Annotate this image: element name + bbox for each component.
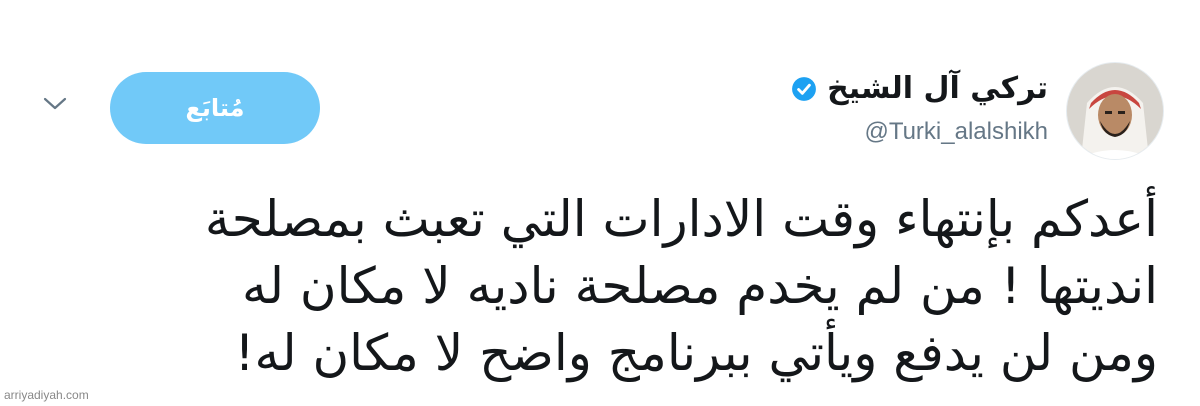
verified-badge-icon bbox=[792, 77, 817, 101]
tweet-text-line: ومن لن يدفع ويأتي ببرنامج واضح لا مكان ل… bbox=[234, 324, 1158, 382]
profile-photo bbox=[1067, 63, 1163, 159]
chevron-down-icon[interactable] bbox=[42, 96, 68, 112]
name-row: تركي آل الشيخ bbox=[791, 72, 1048, 106]
source-watermark: arriyadiyah.com bbox=[4, 388, 89, 402]
tweet-card: تركي آل الشيخ @Turki_alalshikh مُتابَع أ… bbox=[0, 0, 1200, 406]
author-handle[interactable]: @Turki_alalshikh bbox=[864, 118, 1048, 146]
author-display-name[interactable]: تركي آل الشيخ bbox=[827, 72, 1048, 106]
avatar[interactable] bbox=[1066, 62, 1164, 160]
tweet-author: تركي آل الشيخ @Turki_alalshikh bbox=[791, 72, 1048, 146]
tweet-text: أعدكم بإنتهاء وقت الادارات التي تعبث بمص… bbox=[78, 186, 1158, 387]
following-button[interactable]: مُتابَع bbox=[110, 72, 320, 144]
tweet-text-line: انديتها ! من لم يخدم مصلحة ناديه لا مكان… bbox=[242, 257, 1158, 315]
tweet-text-line: أعدكم بإنتهاء وقت الادارات التي تعبث بمص… bbox=[204, 190, 1158, 248]
